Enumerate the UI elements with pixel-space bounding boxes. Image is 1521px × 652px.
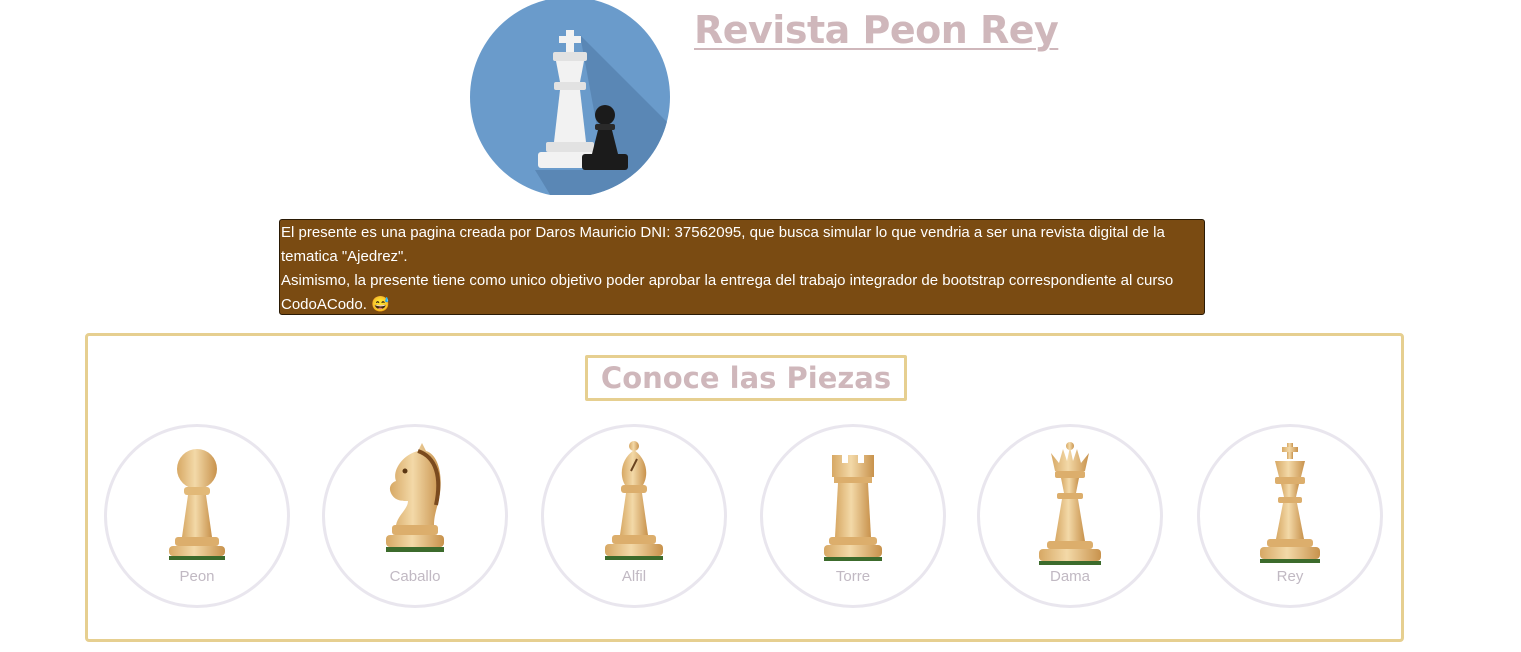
pieces-section: Conoce las Piezas Peon Caballo Alfil Tor… [85,333,1404,642]
piece-label: Peon [179,568,215,585]
queen-icon [1039,442,1101,565]
rook-icon [824,455,882,561]
intro-text-line1: El presente es una pagina creada por Dar… [281,224,1165,265]
piece-label: Caballo [389,568,441,585]
bishop-icon [605,441,663,560]
piece-label: Rey [1276,568,1304,585]
intro-box: El presente es una pagina creada por Dar… [279,219,1205,315]
piece-card-caballo[interactable]: Caballo [322,424,508,608]
piece-label: Torre [835,568,871,585]
site-logo[interactable] [470,0,670,195]
piece-card-alfil[interactable]: Alfil [541,424,727,608]
knight-icon [386,443,444,552]
intro-text-line2: Asimismo, la presente tiene como unico o… [281,272,1174,313]
piece-label: Alfil [621,568,647,585]
pawn-icon [169,449,225,560]
piece-card-peon[interactable]: Peon [104,424,290,608]
piece-card-torre[interactable]: Torre [760,424,946,608]
section-title: Conoce las Piezas [585,355,907,401]
site-title[interactable]: Revista Peon Rey [694,8,1059,52]
piece-card-dama[interactable]: Dama [977,424,1163,608]
king-icon [1260,443,1320,563]
piece-label: Dama [1049,568,1090,585]
king-and-pawn-logo-icon [470,0,670,195]
piece-card-rey[interactable]: Rey [1197,424,1383,608]
